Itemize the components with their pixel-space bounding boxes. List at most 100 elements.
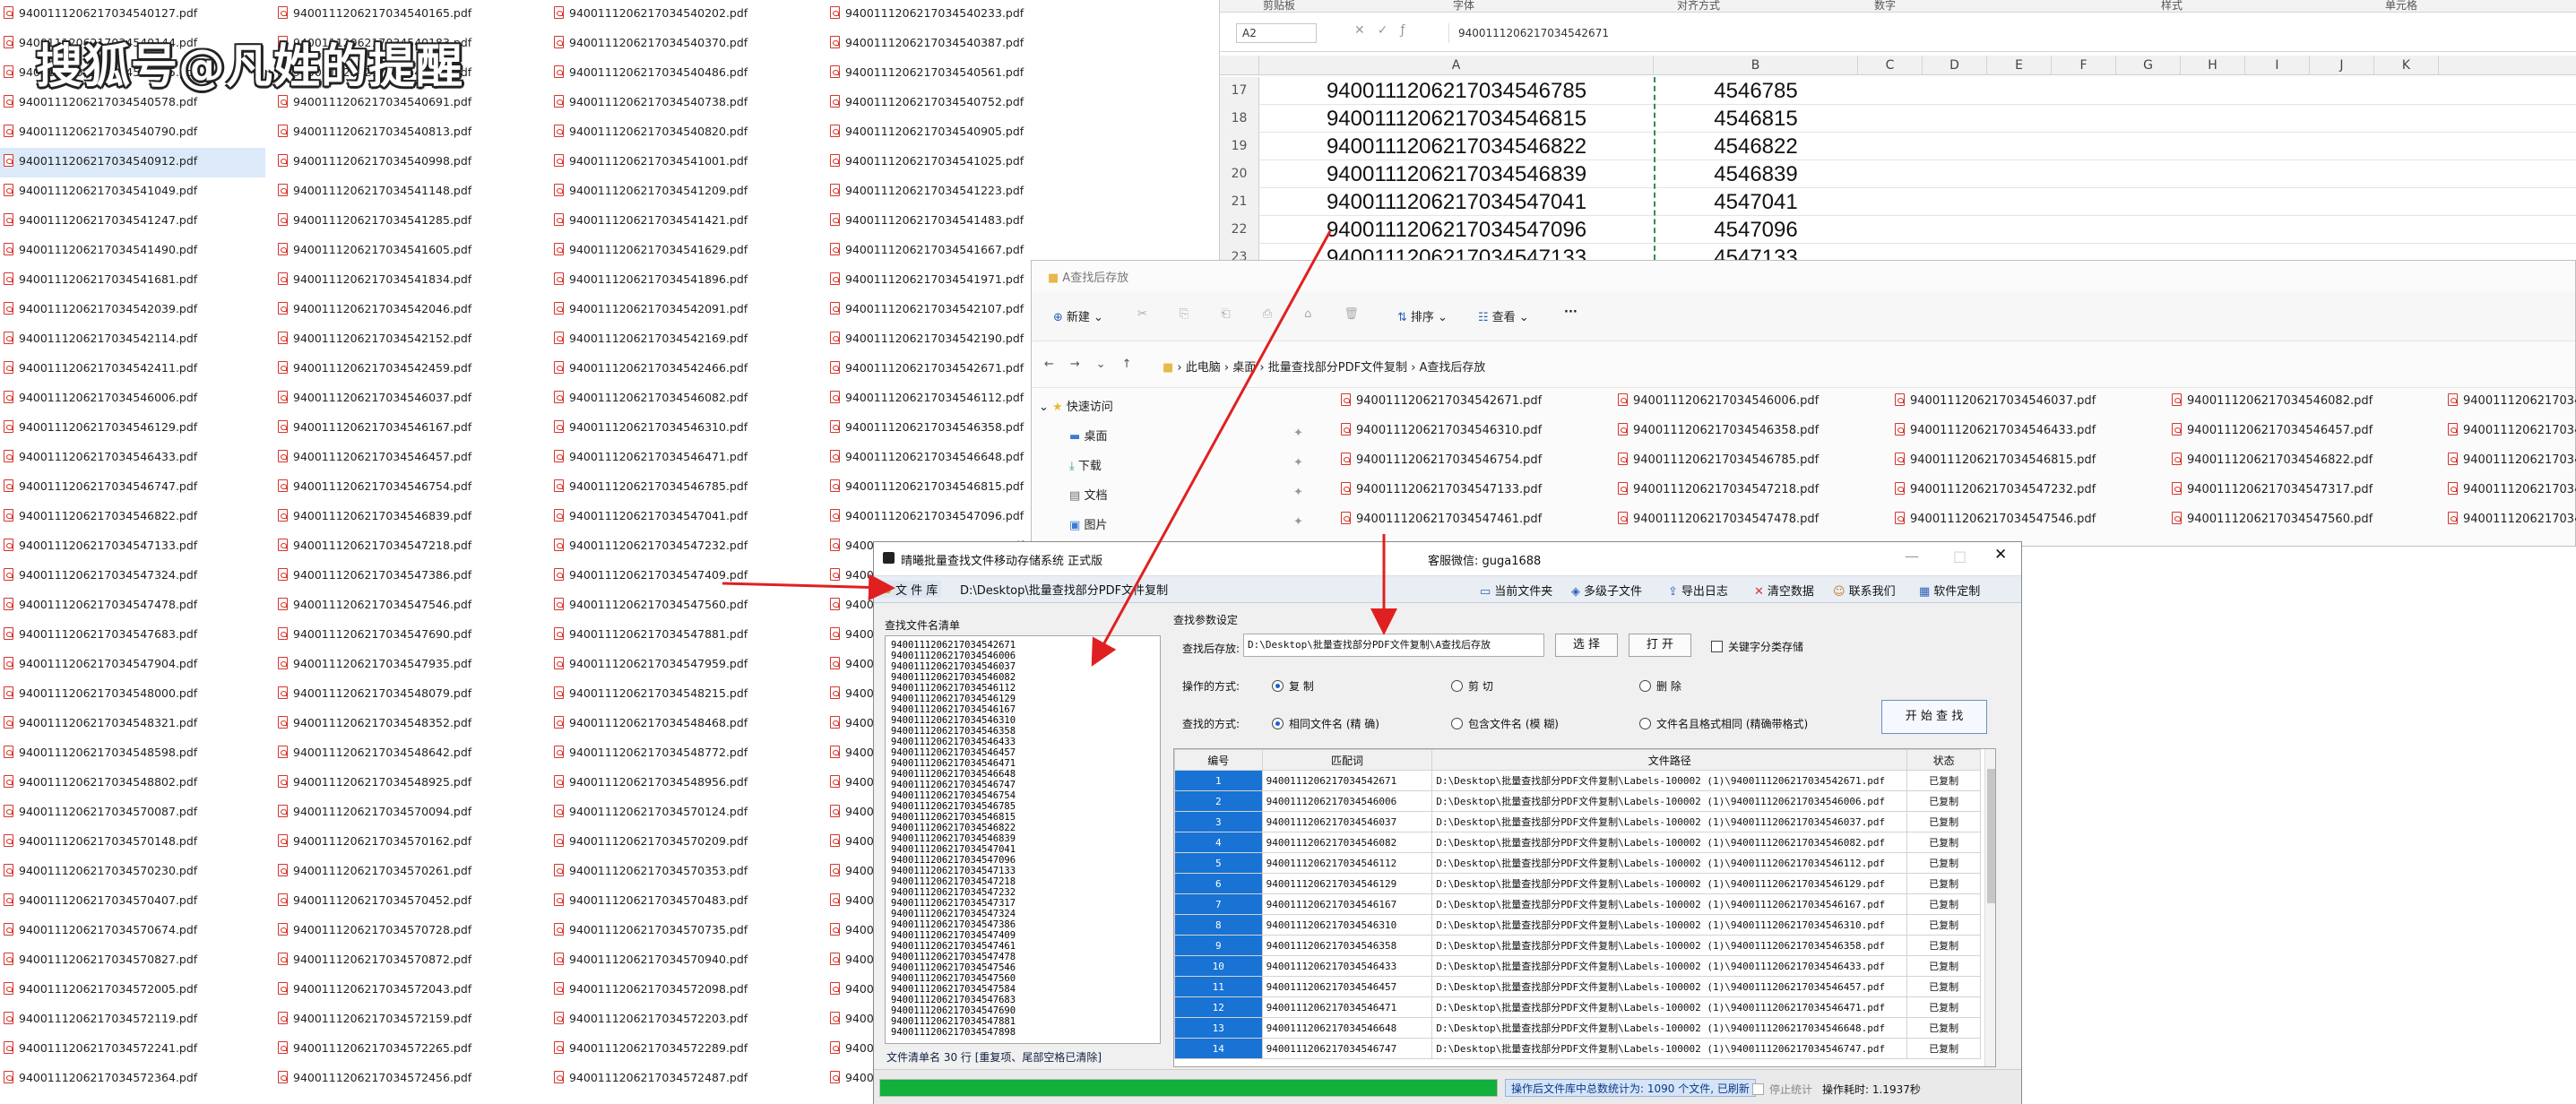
explorer-file[interactable]: 9400111206217034546037.pdf bbox=[1895, 393, 2096, 408]
crumb-parent[interactable]: 批量查找部分PDF文件复制 bbox=[1268, 361, 1407, 375]
bg-file-item[interactable]: 9400111206217034540752.pdf bbox=[826, 89, 1092, 118]
bg-file-item[interactable]: 9400111206217034570674.pdf bbox=[0, 917, 265, 946]
explorer-file[interactable]: 9400111206217034546006.pdf bbox=[1618, 393, 1819, 408]
table-row[interactable]: 10 9400111206217034546433 D:\Desktop\批量查找部… bbox=[1174, 955, 1981, 977]
bg-file-item[interactable]: 9400111206217034542114.pdf bbox=[0, 325, 265, 355]
bg-file-item[interactable]: 9400111206217034570407.pdf bbox=[0, 887, 265, 917]
save-path-input[interactable]: D:\Desktop\批量查找部分PDF文件复制\A查找后存放 bbox=[1243, 634, 1544, 657]
bg-file-item[interactable]: 9400111206217034546310.pdf bbox=[550, 414, 816, 444]
bg-file-item[interactable]: 9400111206217034570230.pdf bbox=[0, 858, 265, 887]
column-header[interactable]: K bbox=[2374, 56, 2439, 75]
bg-file-item[interactable]: 9400111206217034540561.pdf bbox=[826, 59, 1092, 89]
cell-b[interactable]: 4547041 bbox=[1654, 190, 1858, 215]
select-all-corner[interactable] bbox=[1220, 56, 1259, 75]
bg-file-item[interactable]: 9400111206217034572364.pdf bbox=[0, 1065, 265, 1094]
table-row[interactable]: 14 9400111206217034546747 D:\Desktop\批量查找部… bbox=[1174, 1038, 1981, 1059]
explorer-file[interactable]: 9400111206217034546754.pdf bbox=[1341, 453, 1542, 467]
sidebar-item-documents[interactable]: ▤ 文档 ✦ bbox=[1069, 486, 1303, 503]
column-header[interactable]: J bbox=[2310, 56, 2374, 75]
bg-file-item[interactable]: 9400111206217034546822.pdf bbox=[0, 503, 265, 532]
cell-a[interactable]: 9400111206217034546822 bbox=[1259, 134, 1654, 160]
bg-file-item[interactable]: 9400111206217034540790.pdf bbox=[0, 118, 265, 148]
bg-file-item[interactable]: 9400111206217034572159.pdf bbox=[274, 1005, 540, 1035]
column-header[interactable]: C bbox=[1858, 56, 1923, 75]
bg-file-item[interactable]: 9400111206217034572119.pdf bbox=[0, 1005, 265, 1035]
column-header[interactable]: G bbox=[2116, 56, 2181, 75]
explorer-file[interactable]: 9400111206217034547478.pdf bbox=[1618, 512, 1819, 526]
bg-file-item[interactable]: 9400111206217034570735.pdf bbox=[550, 917, 816, 946]
open-button[interactable]: 打 开 bbox=[1629, 634, 1691, 657]
bg-file-item[interactable]: 9400111206217034570452.pdf bbox=[274, 887, 540, 917]
bg-file-item[interactable]: 9400111206217034548215.pdf bbox=[550, 680, 816, 710]
bg-file-item[interactable]: 9400111206217034542466.pdf bbox=[550, 355, 816, 384]
bg-file-item[interactable]: 9400111206217034546433.pdf bbox=[0, 444, 265, 473]
bg-file-item[interactable]: 9400111206217034572265.pdf bbox=[274, 1035, 540, 1065]
bg-file-item[interactable]: 9400111206217034546471.pdf bbox=[550, 444, 816, 473]
bg-file-item[interactable]: 9400111206217034540820.pdf bbox=[550, 118, 816, 148]
bg-file-item[interactable]: 9400111206217034547690.pdf bbox=[274, 621, 540, 651]
bg-file-item[interactable]: 9400111206217034548642.pdf bbox=[274, 739, 540, 769]
cell-a[interactable]: 9400111206217034547096 bbox=[1259, 218, 1654, 243]
cell-a[interactable]: 9400111206217034546815 bbox=[1259, 107, 1654, 132]
bg-file-item[interactable]: 9400111206217034572487.pdf bbox=[550, 1065, 816, 1094]
bg-file-item[interactable]: 9400111206217034547935.pdf bbox=[274, 651, 540, 680]
bg-file-item[interactable]: 9400111206217034570872.pdf bbox=[274, 946, 540, 976]
bg-file-item[interactable]: 9400111206217034540905.pdf bbox=[826, 118, 1092, 148]
bg-file-item[interactable]: 9400111206217034542091.pdf bbox=[550, 296, 816, 325]
bg-file-item[interactable]: 9400111206217034548925.pdf bbox=[274, 769, 540, 798]
bg-file-item[interactable]: 9400111206217034547133.pdf bbox=[0, 532, 265, 562]
bg-file-item[interactable]: 9400111206217034547959.pdf bbox=[550, 651, 816, 680]
bg-file-item[interactable]: 9400111206217034540233.pdf bbox=[826, 0, 1092, 30]
bg-file-item[interactable]: 9400111206217034547409.pdf bbox=[550, 562, 816, 591]
bg-file-item[interactable]: 9400111206217034546082.pdf bbox=[550, 384, 816, 414]
bg-file-item[interactable]: 9400111206217034540738.pdf bbox=[550, 89, 816, 118]
row-header[interactable]: 20 bbox=[1220, 160, 1259, 188]
bg-file-item[interactable]: 9400111206217034572098.pdf bbox=[550, 976, 816, 1005]
bg-file-item[interactable]: 9400111206217034540370.pdf bbox=[550, 30, 816, 59]
bg-file-item[interactable]: 9400111206217034542046.pdf bbox=[274, 296, 540, 325]
radio-dot[interactable] bbox=[1639, 680, 1651, 692]
bg-file-item[interactable]: 9400111206217034541834.pdf bbox=[274, 266, 540, 296]
bg-file-item[interactable]: 9400111206217034572203.pdf bbox=[550, 1005, 816, 1035]
find-format-radio[interactable]: 文件名且格式相同 (精确带格式) bbox=[1639, 716, 1808, 731]
bg-file-item[interactable]: 9400111206217034548468.pdf bbox=[550, 710, 816, 739]
column-header[interactable]: E bbox=[1987, 56, 2052, 75]
bg-file-item[interactable]: 9400111206217034541049.pdf bbox=[0, 177, 265, 207]
new-button[interactable]: ⊕ 新建 ⌄ bbox=[1053, 307, 1103, 324]
bg-file-item[interactable]: 9400111206217034547546.pdf bbox=[274, 591, 540, 621]
row-header[interactable]: 22 bbox=[1220, 216, 1259, 244]
bg-file-item[interactable]: 9400111206217034548352.pdf bbox=[274, 710, 540, 739]
table-row[interactable]: 1 9400111206217034542671 D:\Desktop\批量查找部分… bbox=[1174, 770, 1981, 791]
bg-file-item[interactable]: 9400111206217034541209.pdf bbox=[550, 177, 816, 207]
more-button[interactable]: ··· bbox=[1564, 306, 1578, 319]
table-scrollbar[interactable] bbox=[1984, 749, 1995, 1066]
bg-file-item[interactable]: 9400111206217034541247.pdf bbox=[0, 207, 265, 237]
bg-file-item[interactable]: 9400111206217034572005.pdf bbox=[0, 976, 265, 1005]
view-button[interactable]: ☷ 查看 ⌄ bbox=[1478, 307, 1529, 324]
bg-file-item[interactable]: 9400111206217034570162.pdf bbox=[274, 828, 540, 858]
bg-file-item[interactable]: 9400111206217034548956.pdf bbox=[550, 769, 816, 798]
op-delete-radio[interactable]: 删 除 bbox=[1639, 678, 1681, 694]
checkbox-box[interactable] bbox=[1711, 641, 1723, 652]
table-row[interactable]: 8 9400111206217034546310 D:\Desktop\批量查找部分… bbox=[1174, 914, 1981, 936]
bg-file-item[interactable]: 9400111206217034572289.pdf bbox=[550, 1035, 816, 1065]
find-exact-radio[interactable]: 相同文件名 (精 确) bbox=[1272, 716, 1379, 731]
bg-file-item[interactable]: 9400111206217034542039.pdf bbox=[0, 296, 265, 325]
bg-file-item[interactable]: 9400111206217034542411.pdf bbox=[0, 355, 265, 384]
row-header[interactable]: 19 bbox=[1220, 133, 1259, 160]
bg-file-item[interactable]: 9400111206217034540165.pdf bbox=[274, 0, 540, 30]
explorer-file[interactable]: 9400111206217034546822.pdf bbox=[2172, 453, 2373, 467]
clear-data-button[interactable]: ✕ 清空数据 bbox=[1754, 582, 1814, 599]
formula-input[interactable]: 9400111206217034542671 bbox=[1448, 23, 2560, 43]
bg-file-item[interactable]: 9400111206217034542459.pdf bbox=[274, 355, 540, 384]
crumb-this-pc[interactable]: 此电脑 bbox=[1186, 361, 1221, 375]
bg-file-item[interactable]: 9400111206217034572043.pdf bbox=[274, 976, 540, 1005]
bg-file-item[interactable]: 9400111206217034570827.pdf bbox=[0, 946, 265, 976]
column-header[interactable]: I bbox=[2245, 56, 2310, 75]
bg-file-item[interactable]: 9400111206217034546785.pdf bbox=[550, 473, 816, 503]
bg-file-item[interactable]: 9400111206217034547041.pdf bbox=[550, 503, 816, 532]
explorer-file[interactable]: 9400111206217034547 bbox=[2448, 512, 2576, 526]
bg-file-item[interactable]: 9400111206217034541148.pdf bbox=[274, 177, 540, 207]
bg-file-item[interactable]: 9400111206217034547478.pdf bbox=[0, 591, 265, 621]
bg-file-item[interactable]: 9400111206217034570094.pdf bbox=[274, 798, 540, 828]
